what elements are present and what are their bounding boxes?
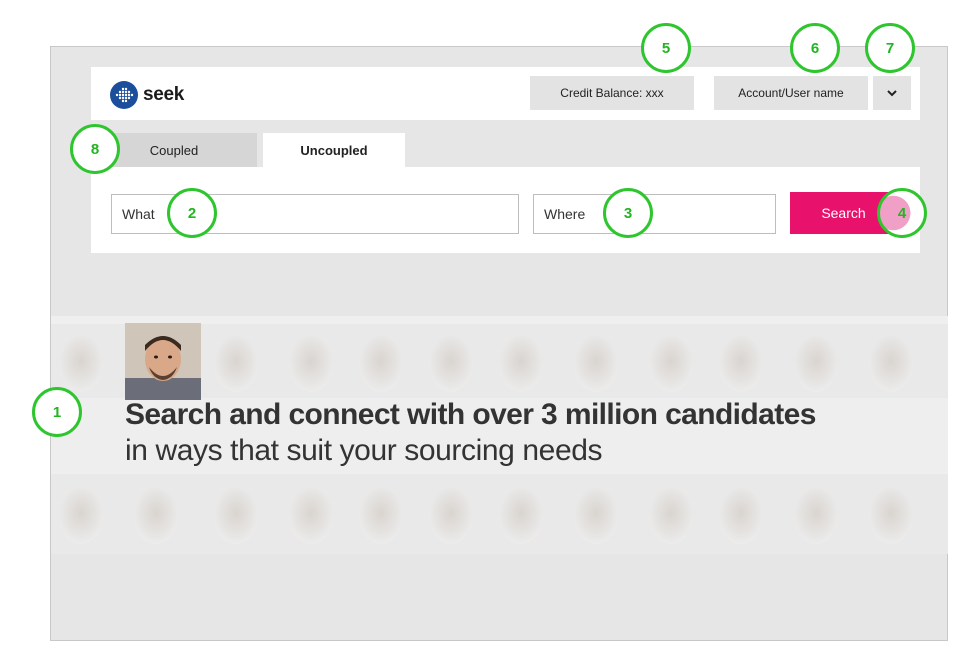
tab-uncoupled[interactable]: Uncoupled	[263, 133, 405, 167]
callout-4: 4	[877, 188, 927, 238]
featured-candidate-photo	[125, 323, 201, 400]
person-avatar-icon	[125, 323, 201, 400]
callout-6: 6	[790, 23, 840, 73]
callout-7: 7	[865, 23, 915, 73]
account-dropdown-button[interactable]	[873, 76, 911, 110]
callout-5: 5	[641, 23, 691, 73]
credit-balance[interactable]: Credit Balance: xxx	[530, 76, 694, 110]
hero-headline: Search and connect with over 3 million c…	[125, 398, 816, 431]
chevron-down-icon	[887, 90, 897, 97]
callout-2: 2	[167, 188, 217, 238]
seek-logo[interactable]: seek	[109, 79, 184, 111]
where-input[interactable]	[533, 194, 776, 234]
callout-1: 1	[32, 387, 82, 437]
callout-3: 3	[603, 188, 653, 238]
account-menu-button[interactable]: Account/User name	[714, 76, 868, 110]
callout-8: 8	[70, 124, 120, 174]
logo-text: seek	[143, 84, 185, 105]
seek-logo-icon	[110, 81, 138, 109]
hero-subline: in ways that suit your sourcing needs	[125, 434, 603, 467]
